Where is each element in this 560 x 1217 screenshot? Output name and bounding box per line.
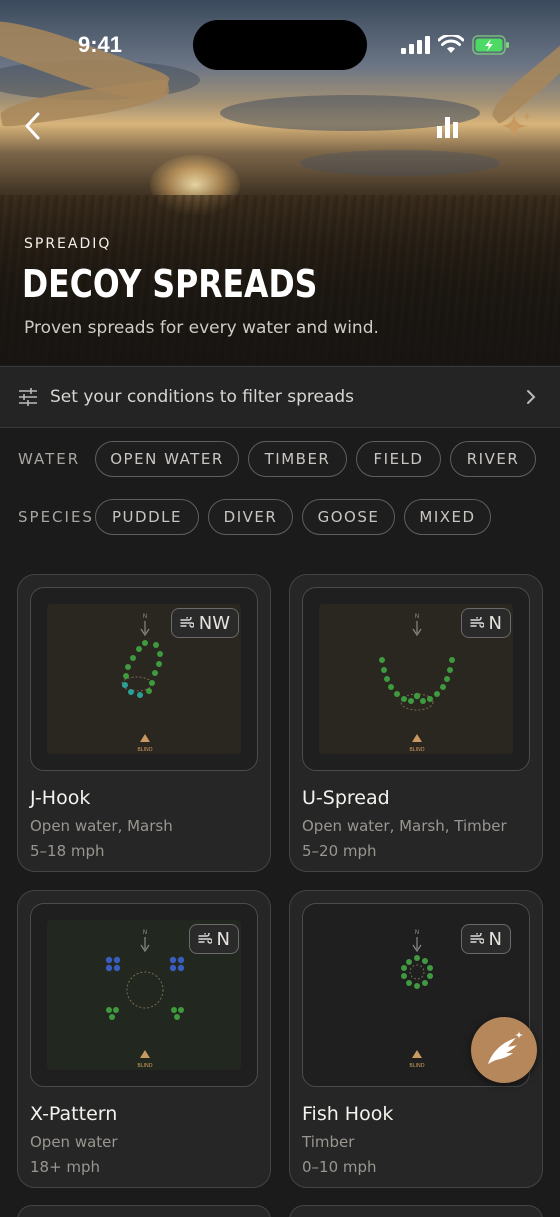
wind-icon (469, 933, 484, 944)
ai-sparkle-button[interactable] (496, 106, 536, 146)
north-label: N (415, 929, 420, 936)
back-button[interactable] (14, 108, 50, 144)
blind-label: BLIND (137, 1063, 152, 1069)
card-water-types: Open water (30, 1133, 118, 1151)
chip-river[interactable]: RIVER (450, 441, 536, 477)
spread-card-x-pattern[interactable]: N BLIND N X-Pattern Open water 18+ mph (17, 890, 271, 1188)
north-label: N (143, 613, 148, 620)
sliders-icon (19, 388, 37, 406)
spread-card-next[interactable] (289, 1205, 543, 1217)
north-label: N (143, 929, 148, 936)
wind-badge: NW (170, 608, 239, 638)
chip-open-water[interactable]: OPEN WATER (95, 441, 239, 477)
card-wind-speed: 0–10 mph (302, 1158, 377, 1176)
card-wind-speed: 5–20 mph (302, 842, 377, 860)
chip-field[interactable]: FIELD (356, 441, 441, 477)
chip-diver[interactable]: DIVER (208, 499, 293, 535)
wind-icon (180, 617, 194, 628)
filter-bar-label: Set your conditions to filter spreads (50, 387, 355, 407)
blind-label: BLIND (409, 747, 424, 753)
wind-badge: N (460, 924, 511, 954)
stats-button[interactable] (430, 108, 466, 144)
card-title: Fish Hook (302, 1103, 394, 1125)
status-time: 9:41 (78, 32, 123, 57)
signal-icon (401, 36, 430, 54)
card-title: U-Spread (302, 787, 390, 809)
blind-label: BLIND (409, 1063, 424, 1069)
wind-direction: N (216, 928, 230, 950)
chip-puddle[interactable]: PUDDLE (95, 499, 199, 535)
chevron-left-icon (25, 112, 40, 140)
wing-sparkle-icon (488, 1031, 523, 1064)
wind-badge: N (460, 608, 511, 638)
wind-direction: NW (198, 612, 230, 634)
spread-card-next[interactable] (17, 1205, 271, 1217)
spread-card-j-hook[interactable]: N BLIND NW J-Hook Open water, Marsh 5–18… (17, 574, 271, 872)
wind-direction: N (488, 612, 502, 634)
status-icons (400, 35, 510, 55)
card-water-types: Open water, Marsh, Timber (302, 817, 507, 835)
ai-assistant-fab[interactable] (471, 1017, 537, 1083)
bar-chart-icon (437, 117, 458, 138)
water-filter-label: WATER (18, 450, 81, 468)
brand-eyebrow: SPREADIQ (24, 236, 112, 252)
card-title: X-Pattern (30, 1103, 118, 1125)
species-filter-label: SPECIES (18, 508, 94, 526)
chip-timber[interactable]: TIMBER (248, 441, 347, 477)
card-title: J-Hook (30, 787, 91, 809)
card-wind-speed: 5–18 mph (30, 842, 105, 860)
spread-diagram: N BLIND N (302, 587, 530, 771)
spread-diagram: N BLIND N (30, 903, 258, 1087)
sparkle-icon (501, 111, 532, 140)
blind-label: BLIND (137, 747, 152, 753)
chevron-right-icon (527, 390, 536, 404)
chip-mixed[interactable]: MIXED (404, 499, 491, 535)
dynamic-island (193, 20, 367, 70)
chip-goose[interactable]: GOOSE (302, 499, 395, 535)
battery-charging-icon (472, 35, 509, 55)
wind-badge: N (188, 924, 239, 954)
wind-icon (469, 617, 484, 628)
card-water-types: Timber (302, 1133, 355, 1151)
north-label: N (415, 613, 420, 620)
wind-direction: N (488, 928, 502, 950)
spread-card-u-spread[interactable]: N BLIND N U-Spread Open water, Marsh, Ti… (289, 574, 543, 872)
wind-icon (197, 933, 212, 944)
page-subtitle: Proven spreads for every water and wind. (24, 318, 379, 338)
conditions-filter-bar[interactable]: Set your conditions to filter spreads (0, 366, 560, 428)
spread-diagram: N BLIND NW (30, 587, 258, 771)
page-title: DECOY SPREADS (22, 262, 318, 306)
card-wind-speed: 18+ mph (30, 1158, 101, 1176)
card-water-types: Open water, Marsh (30, 817, 173, 835)
wifi-icon (438, 35, 464, 53)
hero-header: 9:41 SPREADIQ DECOY SPREADS Proven sprea… (0, 0, 560, 365)
